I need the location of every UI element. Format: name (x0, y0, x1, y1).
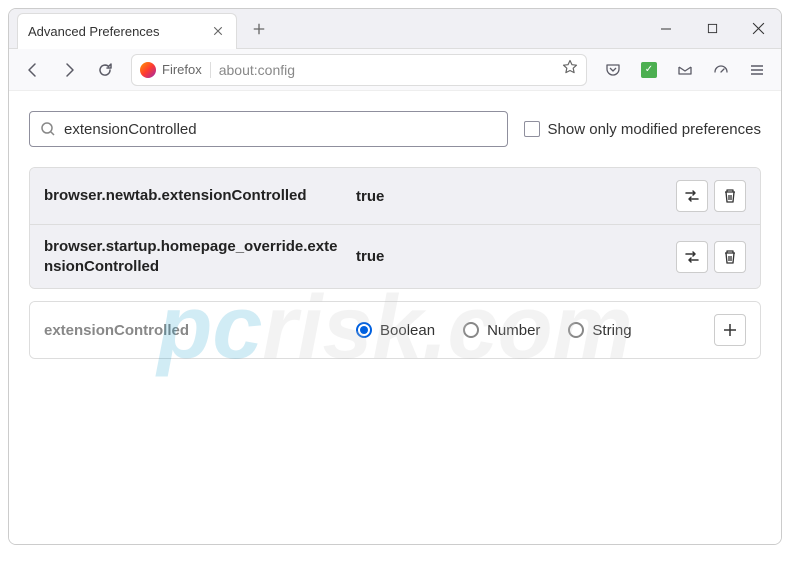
maximize-button[interactable] (689, 9, 735, 49)
toggle-button[interactable] (676, 180, 708, 212)
identity-label: Firefox (162, 62, 202, 77)
pocket-icon[interactable] (597, 54, 629, 86)
preference-name: browser.startup.homepage_override.extens… (44, 237, 344, 276)
radio-icon (356, 322, 372, 338)
minimize-button[interactable] (643, 9, 689, 49)
show-modified-toggle[interactable]: Show only modified preferences (524, 121, 761, 138)
close-window-button[interactable] (735, 9, 781, 49)
checkbox-icon (524, 121, 540, 137)
type-label: Boolean (380, 322, 435, 339)
url-bar[interactable]: Firefox (131, 54, 587, 86)
browser-tab[interactable]: Advanced Preferences (17, 13, 237, 49)
close-tab-icon[interactable] (210, 23, 226, 39)
type-option-number[interactable]: Number (463, 322, 540, 339)
preference-list: browser.newtab.extensionControlled true … (29, 167, 761, 289)
show-modified-label: Show only modified preferences (548, 121, 761, 138)
delete-button[interactable] (714, 241, 746, 273)
new-preference-container: extensionControlled Boolean Number Strin… (29, 301, 761, 359)
radio-icon (463, 322, 479, 338)
inbox-icon[interactable] (669, 54, 701, 86)
preference-row: browser.newtab.extensionControlled true (30, 168, 760, 225)
content-area: pcrisk.com Show only modified preference… (9, 91, 781, 544)
window-controls (643, 9, 781, 49)
preference-value: true (344, 188, 676, 205)
forward-button[interactable] (53, 54, 85, 86)
type-label: Number (487, 322, 540, 339)
toggle-button[interactable] (676, 241, 708, 273)
url-input[interactable] (219, 62, 562, 78)
tab-title: Advanced Preferences (28, 24, 210, 39)
identity-box[interactable]: Firefox (140, 62, 211, 78)
type-options: Boolean Number String (344, 322, 714, 339)
search-icon (40, 121, 56, 137)
search-row: Show only modified preferences (29, 111, 761, 147)
window-frame: Advanced Preferences (8, 8, 782, 545)
titlebar: Advanced Preferences (9, 9, 781, 49)
menu-button[interactable] (741, 54, 773, 86)
preference-row: browser.startup.homepage_override.extens… (30, 225, 760, 288)
dashboard-icon[interactable] (705, 54, 737, 86)
type-option-boolean[interactable]: Boolean (356, 322, 435, 339)
navigation-toolbar: Firefox ✓ (9, 49, 781, 91)
new-preference-name: extensionControlled (44, 322, 344, 339)
search-box[interactable] (29, 111, 508, 147)
radio-icon (568, 322, 584, 338)
new-tab-button[interactable] (245, 15, 273, 43)
delete-button[interactable] (714, 180, 746, 212)
bookmark-star-icon[interactable] (562, 59, 578, 80)
firefox-logo-icon (140, 62, 156, 78)
add-button[interactable] (714, 314, 746, 346)
reload-button[interactable] (89, 54, 121, 86)
type-label: String (592, 322, 631, 339)
type-option-string[interactable]: String (568, 322, 631, 339)
new-preference-row: extensionControlled Boolean Number Strin… (30, 302, 760, 358)
preference-value: true (344, 248, 676, 265)
search-input[interactable] (64, 121, 497, 138)
extension-icon[interactable]: ✓ (633, 54, 665, 86)
back-button[interactable] (17, 54, 49, 86)
preference-name: browser.newtab.extensionControlled (44, 186, 344, 206)
